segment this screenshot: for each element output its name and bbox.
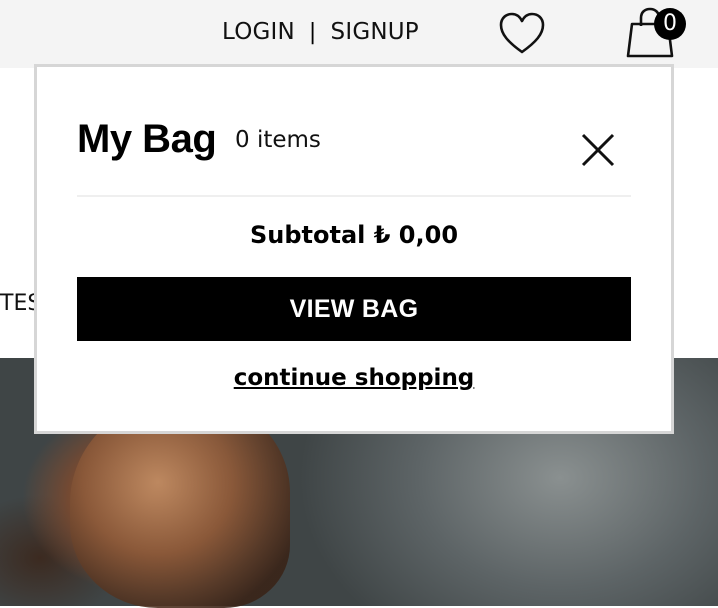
auth-links: LOGIN | SIGNUP (222, 16, 419, 48)
auth-separator: | (308, 19, 317, 45)
close-button[interactable] (581, 133, 615, 167)
mini-bag-panel: My Bag 0 items Subtotal ₺ 0,00 VIEW BAG … (34, 64, 674, 434)
divider (77, 195, 631, 197)
close-icon (581, 133, 615, 167)
signup-link[interactable]: SIGNUP (331, 19, 419, 45)
continue-shopping-link[interactable]: continue shopping (37, 365, 671, 391)
top-bar: LOGIN | SIGNUP 0 (0, 0, 718, 68)
subtotal-text: Subtotal ₺ 0,00 (249, 221, 459, 249)
heart-icon (499, 12, 545, 54)
cart-count-badge: 0 (654, 8, 686, 40)
cart-button[interactable]: 0 (624, 6, 688, 62)
wishlist-button[interactable] (498, 10, 546, 58)
login-link[interactable]: LOGIN (222, 19, 295, 45)
mini-bag-item-count: 0 items (235, 127, 321, 153)
view-bag-button[interactable]: VIEW BAG (77, 277, 631, 341)
mini-bag-title: My Bag (77, 117, 217, 161)
